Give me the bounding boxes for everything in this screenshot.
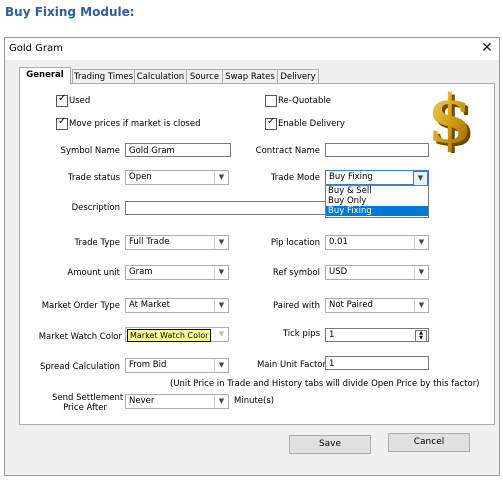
tick-pips-label: Tick pips <box>282 329 320 339</box>
trade-mode-label: Trade Mode <box>270 173 320 183</box>
chevron-down-icon: ▼ <box>214 359 228 372</box>
check-mark-icon: ✓ <box>58 93 67 104</box>
unit-factor-note: (Unit Price in Trade and History tabs wi… <box>170 379 480 389</box>
tab-general[interactable]: General <box>19 67 71 85</box>
svg-text:$: $ <box>427 81 473 153</box>
contract-name-input[interactable] <box>325 143 429 157</box>
trade-type-select[interactable]: Full Trade ▼ <box>125 235 229 250</box>
trade-mode-select[interactable]: Buy Fixing ▼ <box>325 170 429 186</box>
paired-with-label: Paired with <box>273 301 320 311</box>
used-checkbox[interactable]: ✓ <box>56 93 68 107</box>
ref-symbol-value: USD <box>329 267 348 277</box>
trade-status-select[interactable]: Open ▼ <box>125 170 229 185</box>
trade-status-label: Trade status <box>67 173 120 183</box>
chevron-down-icon: ▼ <box>214 236 228 249</box>
amount-unit-select[interactable]: Gram ▼ <box>125 265 229 280</box>
main-unit-factor-input[interactable]: 1 <box>325 356 429 370</box>
check-mark-icon: ✓ <box>267 116 276 127</box>
check-mark-icon: ✓ <box>58 116 67 127</box>
description-label: Description <box>71 203 120 213</box>
cancel-button[interactable]: Cancel <box>388 433 470 452</box>
move-prices-label: Move prices if market is closed <box>69 119 201 129</box>
option-buy-fixing[interactable]: Buy Fixing <box>326 206 428 216</box>
paired-with-value: Not Paired <box>329 300 373 310</box>
enable-delivery-checkbox[interactable]: ✓ <box>265 116 277 130</box>
amount-unit-label: Amount unit <box>67 268 120 278</box>
main-unit-factor-label: Main Unit Factor <box>256 360 326 370</box>
pip-location-label: Pip location <box>270 238 320 248</box>
market-watch-color-picker[interactable]: Market Watch Color ▼ <box>125 327 229 342</box>
market-order-type-value: At Market <box>129 300 170 310</box>
chevron-down-icon: ▼ <box>218 330 225 338</box>
tab-swap-rates[interactable]: Swap Rates <box>222 69 278 84</box>
spread-calculation-label: Spread Calculation <box>39 362 120 372</box>
tick-pips-value: 1 <box>329 330 335 340</box>
paired-with-select[interactable]: Not Paired ▼ <box>325 298 429 313</box>
tab-delivery[interactable]: Delivery <box>277 69 319 84</box>
dollar-sign-icon: $ $ <box>427 81 476 153</box>
chevron-down-icon: ▼ <box>214 299 228 312</box>
close-icon[interactable]: ✕ <box>479 40 495 56</box>
trade-mode-dropdown: Buy & Sell Buy Only Buy Fixing <box>325 185 429 218</box>
title-bar: Gold Gram ✕ <box>5 38 499 60</box>
trade-mode-value: Buy Fixing <box>329 172 373 182</box>
trade-type-value: Full Trade <box>129 237 170 247</box>
ref-symbol-label: Ref symbol <box>272 268 320 278</box>
used-label: Used <box>69 96 91 106</box>
chevron-down-icon: ▼ <box>413 171 428 186</box>
option-buy-and-sell[interactable]: Buy & Sell <box>326 186 428 196</box>
spread-calculation-value: From Bid <box>129 360 167 370</box>
chevron-down-icon: ▼ <box>214 171 228 184</box>
amount-unit-value: Gram <box>129 267 153 277</box>
contract-name-label: Contract Name <box>255 146 320 156</box>
tab-trading-times[interactable]: Trading Times <box>72 69 135 84</box>
market-order-type-select[interactable]: At Market ▼ <box>125 298 229 313</box>
chevron-down-icon: ▼ <box>414 266 428 279</box>
minutes-suffix: Minute(s) <box>234 396 275 406</box>
save-button[interactable]: Save <box>289 435 371 454</box>
move-prices-checkbox[interactable]: ✓ <box>56 116 68 130</box>
general-panel: ✓ Used Re-Quotable ✓ Move prices if mark… <box>19 81 495 425</box>
market-watch-color-label: Market Watch Color <box>38 332 122 342</box>
page-heading: Buy Fixing Module: <box>5 5 135 19</box>
enable-delivery-label: Enable Delivery <box>278 119 345 129</box>
symbol-name-input[interactable]: Gold Gram <box>125 143 231 157</box>
color-swatch: Market Watch Color <box>127 329 212 342</box>
chevron-down-icon: ▼ <box>414 236 428 249</box>
trade-type-label: Trade Type <box>74 238 121 248</box>
spinner-arrows-icon[interactable]: ▲ ▼ <box>415 330 427 342</box>
pip-location-select[interactable]: 0.01 ▼ <box>325 235 429 250</box>
ref-symbol-select[interactable]: USD ▼ <box>325 265 429 280</box>
chevron-down-icon: ▼ <box>214 266 228 279</box>
send-settlement-label-line2: Price After <box>63 403 107 413</box>
market-order-type-label: Market Order Type <box>41 301 120 311</box>
trade-status-value: Open <box>129 172 152 182</box>
re-quotable-label: Re-Quotable <box>278 96 331 106</box>
chevron-down-icon: ▼ <box>214 395 228 408</box>
symbol-name-label: Symbol Name <box>60 146 120 156</box>
pip-location-value: 0.01 <box>329 237 348 247</box>
tab-source[interactable]: Source <box>186 69 223 84</box>
send-settlement-select[interactable]: Never ▼ <box>125 394 229 409</box>
send-settlement-label-line1: Send Settlement <box>52 393 124 403</box>
tab-calculation[interactable]: Calculation <box>134 69 187 84</box>
window-title: Gold Gram <box>9 43 63 54</box>
spread-calculation-select[interactable]: From Bid ▼ <box>125 358 229 373</box>
chevron-down-icon: ▼ <box>414 299 428 312</box>
send-settlement-value: Never <box>129 396 155 406</box>
re-quotable-checkbox[interactable] <box>265 95 277 107</box>
tick-pips-stepper[interactable]: 1 ▲ ▼ <box>325 328 429 342</box>
option-buy-only[interactable]: Buy Only <box>326 196 428 206</box>
symbol-dialog: Gold Gram ✕ General Trading Times Calcul… <box>4 37 500 476</box>
send-settlement-label: Send Settlement Price After <box>52 393 123 413</box>
